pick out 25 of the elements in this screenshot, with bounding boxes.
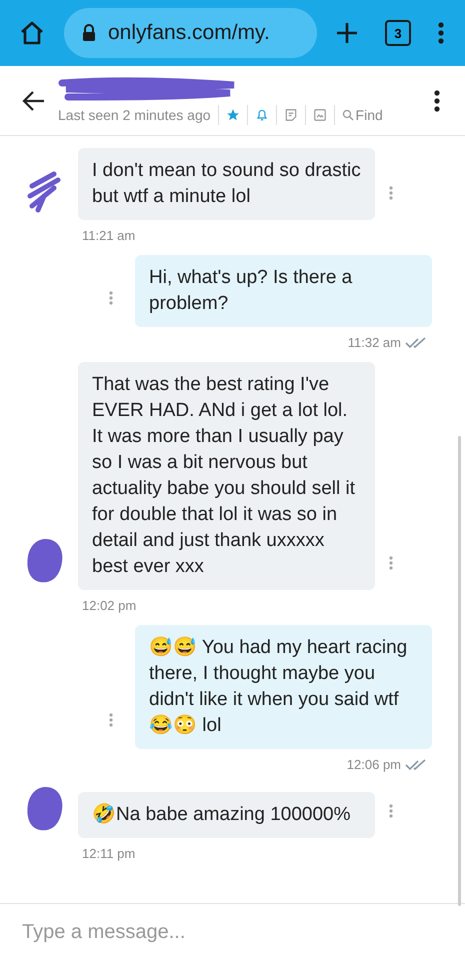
- bell-icon[interactable]: [254, 107, 269, 122]
- more-icon[interactable]: [433, 88, 441, 112]
- star-icon[interactable]: [226, 108, 240, 122]
- message-time: 12:06 pm: [346, 757, 401, 772]
- message-time: 12:02 pm: [82, 598, 138, 613]
- image-icon[interactable]: [312, 108, 327, 122]
- address-bar[interactable]: onlyfans.com/my.: [64, 8, 317, 58]
- message-bubble: I don't mean to sound so drastic but wtf a minute lol: [78, 148, 375, 220]
- message-bubble: 😅😅 You had my heart racing there, I thought maybe you didn't like it when you said wtf 😂😳 lol: [135, 625, 432, 749]
- lock-icon: [82, 24, 96, 42]
- message-bubble: Hi, what's up? Is there a problem?: [135, 255, 432, 327]
- back-arrow-icon[interactable]: [22, 90, 46, 112]
- note-icon[interactable]: [284, 108, 298, 122]
- message-bubble: 🤣Na babe amazing 100000%: [78, 792, 375, 838]
- message-time: 11:32 am: [348, 335, 401, 350]
- url-text: onlyfans.com/my.: [108, 21, 270, 45]
- tab-count[interactable]: 3: [385, 20, 411, 46]
- message-time: 12:11 pm: [82, 846, 136, 861]
- last-seen-status: Last seen 2 minutes ago: [58, 106, 211, 122]
- plus-icon[interactable]: [335, 21, 359, 45]
- menu-icon[interactable]: [437, 21, 445, 45]
- message-input[interactable]: Type a message...: [20, 920, 445, 944]
- search-icon: [342, 108, 354, 120]
- message-bubble: That was the best rating I've EVER HAD. ANd i get a lot lol. It was more than I usually pay so I was a bit nervous but actuality babe you should sell it for double that lol it was so in detail and just thank uxxxxx best ever xxx: [78, 362, 375, 590]
- message-time: 11:21 am: [82, 228, 136, 243]
